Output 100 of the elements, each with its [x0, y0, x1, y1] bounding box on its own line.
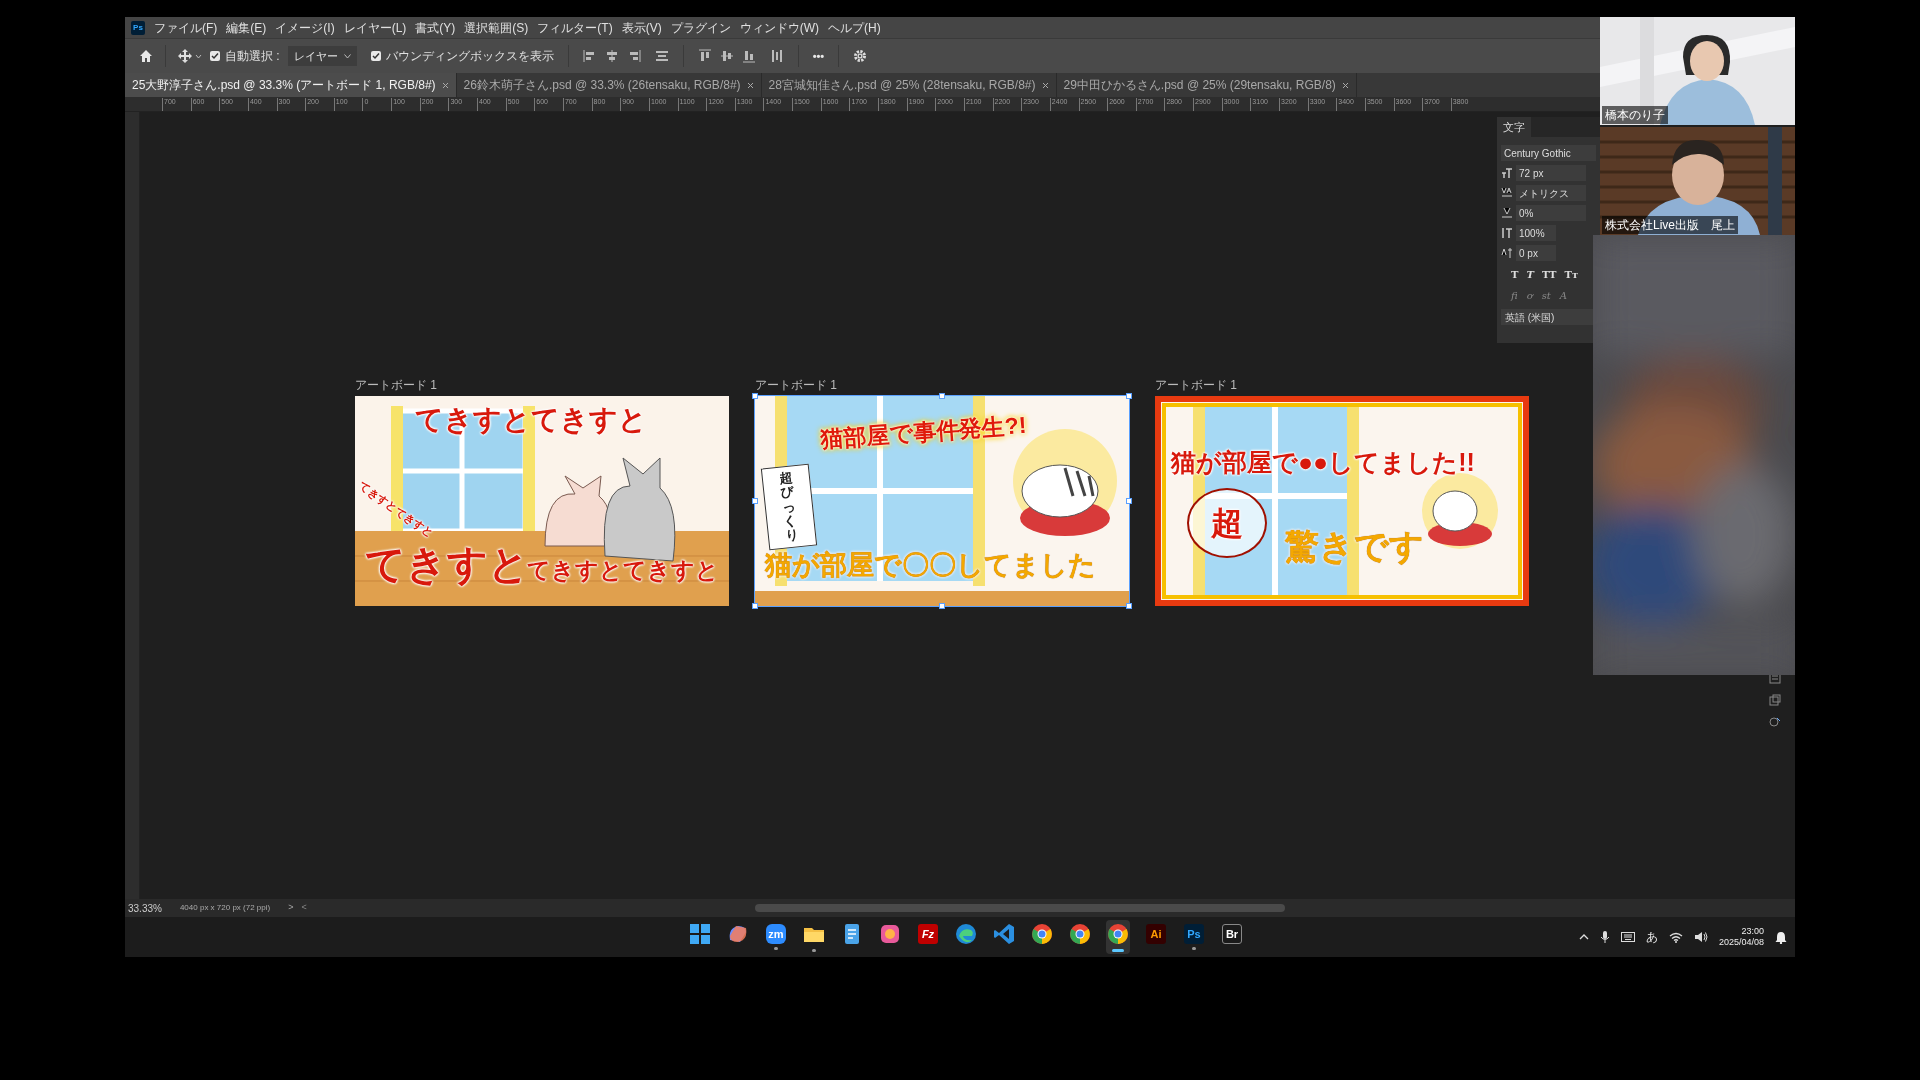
value-field[interactable]: 0 px: [1516, 245, 1556, 261]
menu-item[interactable]: 書式(Y): [415, 18, 456, 37]
resize-handle[interactable]: [752, 603, 758, 609]
artwork-text: てきすとてきすと: [355, 478, 437, 542]
artboard-label: アートボード 1: [1155, 378, 1238, 392]
style-button[interactable]: Tт: [1564, 267, 1579, 282]
ime-indicator[interactable]: あ: [1645, 928, 1658, 946]
close-icon[interactable]: [1041, 81, 1049, 89]
photoshop-icon: Ps: [1184, 924, 1204, 944]
menu-item[interactable]: ファイル(F): [154, 18, 218, 37]
running-indicator: [1192, 947, 1196, 950]
move-tool-icon[interactable]: [178, 49, 202, 63]
edge-icon: [954, 922, 978, 946]
artwork-text: てきすとてきすと: [527, 556, 719, 584]
menu-item[interactable]: ヘルプ(H): [828, 18, 881, 37]
font-size-icon: [1501, 167, 1513, 179]
menu-item[interactable]: 選択範囲(S): [464, 18, 529, 37]
panel-icon[interactable]: [1769, 716, 1781, 728]
align-icon[interactable]: [654, 49, 669, 63]
home-icon[interactable]: [139, 49, 153, 63]
close-icon[interactable]: [1341, 81, 1349, 89]
chrome-icon: [1068, 922, 1092, 946]
keyboard-icon[interactable]: [1620, 932, 1635, 942]
menu-item[interactable]: 編集(E): [226, 18, 267, 37]
illustrator-icon: Ai: [1146, 924, 1166, 944]
tracking-icon: [1501, 207, 1513, 219]
document-size: 4040 px x 720 px (72 ppi): [179, 902, 271, 914]
participant-name: 橋本のり子: [1602, 106, 1668, 124]
resize-handle[interactable]: [939, 393, 945, 399]
artwork-text: 驚きです: [1285, 526, 1424, 566]
checkbox[interactable]: [210, 51, 220, 61]
align-icon[interactable]: [604, 49, 619, 63]
microphone-icon[interactable]: [1599, 930, 1610, 944]
more-button[interactable]: •••: [812, 47, 825, 65]
taskbar-button[interactable]: Ai: [1144, 920, 1168, 954]
windows-start-icon: [688, 922, 712, 946]
font-field[interactable]: Century Gothic: [1501, 145, 1596, 161]
align-icon[interactable]: [719, 49, 734, 63]
panel-tab[interactable]: 文字: [1497, 117, 1531, 137]
layer-dropdown[interactable]: レイヤー: [287, 46, 357, 66]
document-tab[interactable]: 25大野淳子さん.psd @ 33.3% (アートボード 1, RGB/8#): [125, 73, 457, 97]
menu-item[interactable]: プラグイン: [670, 18, 731, 37]
style-button[interactable]: T: [1526, 267, 1534, 282]
scrollbar-thumb[interactable]: [754, 904, 1285, 912]
opentype-button[interactable]: A: [1559, 288, 1568, 303]
running-indicator: [774, 947, 778, 950]
value-field[interactable]: メトリクス: [1516, 185, 1586, 201]
value-field[interactable]: 72 px: [1516, 165, 1586, 181]
taskbar-button[interactable]: Fz: [916, 920, 940, 954]
kerning-icon: [1501, 187, 1513, 199]
value-field[interactable]: 0%: [1516, 205, 1586, 221]
resize-handle[interactable]: [939, 603, 945, 609]
notification-icon[interactable]: [1775, 930, 1787, 944]
panel-icon[interactable]: [1769, 694, 1781, 706]
photoshop-icon[interactable]: Ps: [131, 20, 145, 35]
clock[interactable]: 23:00 2025/04/08: [1718, 926, 1764, 948]
sign-text: 超びっくり: [778, 470, 800, 545]
chevron-up-icon[interactable]: [1578, 934, 1589, 940]
wifi-icon[interactable]: [1668, 931, 1683, 943]
menu-item[interactable]: 表示(V): [621, 18, 662, 37]
artboard-label: アートボード 1: [755, 378, 838, 392]
zoom-level: 33.33%: [128, 901, 162, 916]
style-button[interactable]: TT: [1541, 267, 1557, 282]
running-indicator: [812, 949, 816, 952]
opentype-button[interactable]: ơ: [1526, 288, 1533, 303]
style-button[interactable]: T: [1511, 267, 1519, 282]
menu-item[interactable]: フィルター(T): [537, 18, 613, 37]
taskbar-button[interactable]: [1106, 920, 1130, 954]
language-field[interactable]: 英語 (米国): [1501, 309, 1596, 325]
align-icon[interactable]: [582, 49, 597, 63]
close-icon[interactable]: [441, 81, 449, 89]
chrome-icon: [1030, 922, 1054, 946]
resize-handle[interactable]: [752, 498, 758, 504]
volume-icon[interactable]: [1693, 931, 1708, 943]
resize-handle[interactable]: [752, 393, 758, 399]
checkbox-label: 自動選択 :: [225, 48, 280, 65]
settings-icon[interactable]: [853, 49, 868, 63]
menu-item[interactable]: イメージ(I): [275, 18, 335, 37]
resize-handle[interactable]: [1126, 498, 1132, 504]
resize-handle[interactable]: [1126, 603, 1132, 609]
value-field[interactable]: 100%: [1516, 225, 1556, 241]
close-icon[interactable]: [746, 81, 754, 89]
artboard[interactable]: 猫部屋で事件発生?! 超びっくり 猫が部屋で〇〇してました: [755, 396, 1129, 606]
taskbar-button[interactable]: Ps: [1182, 920, 1206, 954]
menu-item[interactable]: ウィンドウ(W): [739, 18, 819, 37]
align-icon[interactable]: [741, 49, 756, 63]
artboard-label: アートボード 1: [355, 378, 438, 392]
checkbox[interactable]: [370, 51, 381, 61]
opentype-button[interactable]: fi: [1511, 288, 1518, 303]
artwork-title: 猫部屋で事件発生?!: [819, 410, 1028, 454]
menu-item[interactable]: レイヤー(L): [343, 18, 407, 37]
taskbar-button[interactable]: Br: [1220, 920, 1244, 954]
align-icon[interactable]: [769, 49, 784, 63]
vscode-icon: [992, 922, 1016, 946]
scroll-arrow[interactable]: <: [301, 901, 307, 915]
status-arrow[interactable]: >: [288, 901, 294, 915]
resize-handle[interactable]: [1126, 393, 1132, 399]
align-icon[interactable]: [697, 49, 712, 63]
checkbox-label: バウンディングボックスを表示: [385, 48, 554, 65]
opentype-button[interactable]: st: [1541, 288, 1551, 303]
